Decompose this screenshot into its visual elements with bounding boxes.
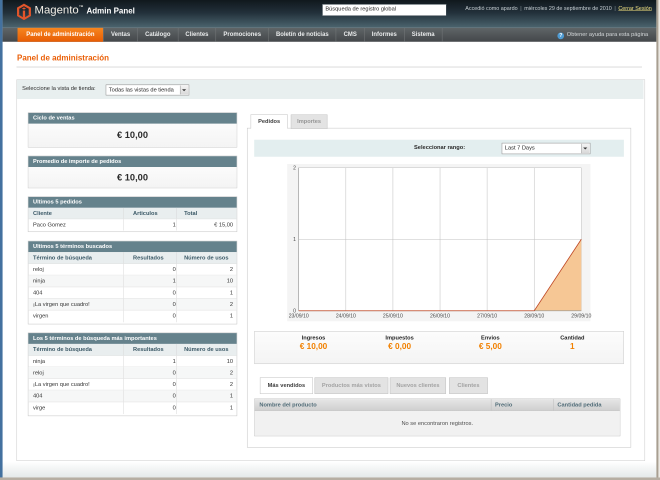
svg-text:1: 1 xyxy=(293,237,296,243)
svg-text:2: 2 xyxy=(293,166,296,172)
svg-text:29/09/10: 29/09/10 xyxy=(571,313,591,319)
svg-text:24/09/10: 24/09/10 xyxy=(336,313,356,319)
svg-text:23/09/10: 23/09/10 xyxy=(289,313,309,319)
svg-text:25/09/10: 25/09/10 xyxy=(383,313,403,319)
svg-text:27/09/10: 27/09/10 xyxy=(477,313,497,319)
svg-text:26/09/10: 26/09/10 xyxy=(430,313,450,319)
svg-text:28/09/10: 28/09/10 xyxy=(524,313,544,319)
